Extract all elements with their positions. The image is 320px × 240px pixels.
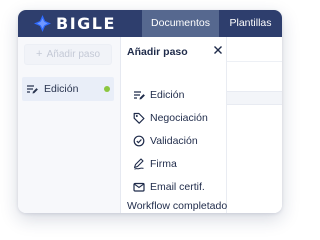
divider — [226, 61, 282, 62]
top-navigation-bar: BIGLE Documentos Plantillas — [18, 10, 282, 37]
option-validacion[interactable]: Validación — [121, 132, 226, 150]
status-dot — [104, 86, 110, 92]
bigle-logo-icon — [34, 15, 51, 32]
step-item-edicion[interactable]: Edición — [22, 77, 114, 101]
edit-lines-icon — [134, 91, 145, 100]
check-circle-icon — [133, 135, 145, 147]
edit-lines-icon — [27, 85, 38, 94]
signature-pen-icon — [133, 158, 144, 170]
option-label: Email certif. — [150, 181, 205, 193]
close-icon[interactable] — [212, 44, 224, 56]
option-negociacion[interactable]: Negociación — [121, 109, 226, 127]
option-workflow-completado[interactable]: Workflow completado — [127, 200, 227, 212]
workflow-canvas — [226, 37, 282, 213]
option-email-certif[interactable]: Email certif. — [121, 178, 226, 196]
workflow-editor-card: BIGLE Documentos Plantillas + Añadir pas… — [18, 10, 282, 213]
step-item-label: Edición — [44, 83, 79, 95]
add-step-panel: Añadir paso Edición Negociación Validaci… — [121, 37, 227, 213]
selected-row-highlight — [226, 91, 282, 105]
option-firma[interactable]: Firma — [121, 155, 226, 173]
email-icon — [133, 182, 145, 192]
option-label: Edición — [150, 89, 185, 101]
tab-plantillas[interactable]: Plantillas — [219, 10, 282, 37]
brand[interactable]: BIGLE — [34, 15, 116, 32]
option-label: Validación — [150, 135, 198, 147]
tag-icon — [133, 112, 145, 124]
panel-title: Añadir paso — [127, 46, 188, 58]
option-edicion[interactable]: Edición — [121, 86, 226, 104]
add-step-label: Añadir paso — [46, 49, 101, 60]
option-label: Firma — [150, 158, 177, 170]
brand-name: BIGLE — [56, 14, 116, 33]
option-label: Negociación — [150, 112, 208, 124]
workflow-steps-sidebar: + Añadir paso Edición — [18, 37, 121, 213]
add-step-button[interactable]: + Añadir paso — [24, 44, 112, 65]
plus-icon: + — [35, 48, 43, 60]
tab-documentos[interactable]: Documentos — [142, 10, 219, 37]
